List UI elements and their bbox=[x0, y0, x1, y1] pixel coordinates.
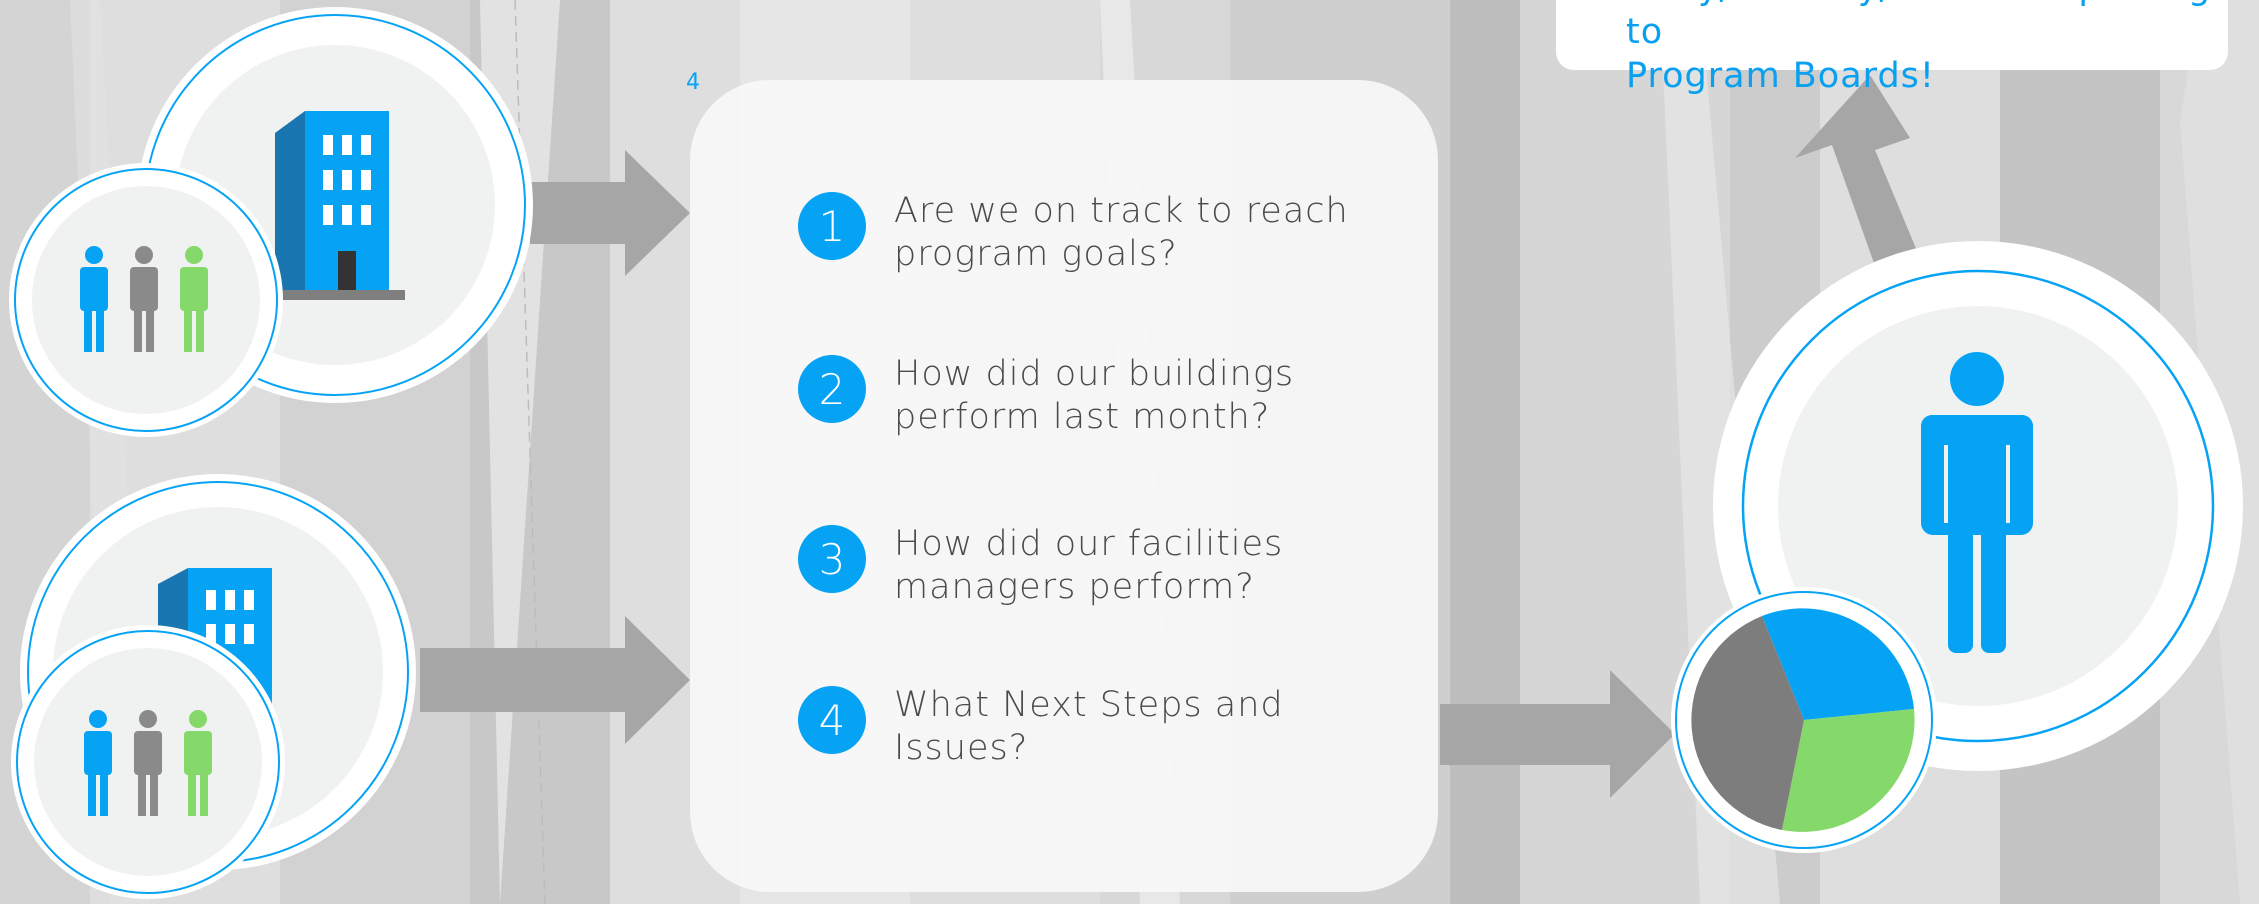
question-number-badge: 1 bbox=[798, 192, 866, 260]
question-line: What Next Steps and bbox=[894, 685, 1284, 725]
callout-text: Daily/Monthly/Annual Reporting to Progra… bbox=[1626, 0, 2226, 98]
question-line: How did our facilities bbox=[894, 524, 1284, 564]
arrow-right-icon bbox=[420, 616, 690, 744]
question-line: Issues? bbox=[894, 728, 1029, 768]
arrow-right-icon bbox=[530, 150, 690, 276]
people-circle-bottom bbox=[10, 624, 286, 900]
callout-line: Daily/Monthly/Annual Reporting to bbox=[1626, 0, 2210, 52]
question-item: 1 Are we on track to reach program goals… bbox=[798, 190, 1354, 276]
question-number-badge: 2 bbox=[798, 355, 866, 423]
question-line: program goals? bbox=[894, 234, 1178, 274]
question-item: 3 How did our facilities managers perfor… bbox=[798, 523, 1354, 609]
question-line: perform last month? bbox=[894, 397, 1271, 437]
pie-chart-icon bbox=[1691, 608, 1915, 832]
question-line: managers perform? bbox=[894, 567, 1255, 607]
question-text: How did our facilities managers perform? bbox=[894, 523, 1354, 609]
arrow-right-icon bbox=[1440, 670, 1675, 798]
question-text: How did our buildings perform last month… bbox=[894, 353, 1354, 439]
question-line: How did our buildings bbox=[894, 354, 1295, 394]
question-text: Are we on track to reach program goals? bbox=[894, 190, 1354, 276]
question-item: 2 How did our buildings perform last mon… bbox=[798, 353, 1354, 439]
question-number-badge: 3 bbox=[798, 525, 866, 593]
callout-line: Program Boards! bbox=[1626, 56, 1935, 96]
people-circle-top bbox=[8, 162, 284, 438]
building-icon bbox=[265, 111, 405, 300]
question-number-badge: 4 bbox=[798, 686, 866, 754]
question-text: What Next Steps and Issues? bbox=[894, 684, 1354, 770]
pie-circle bbox=[1670, 586, 1938, 854]
question-line: Are we on track to reach bbox=[894, 191, 1349, 231]
stray-mark: 4 bbox=[686, 70, 700, 95]
questions-list: 1 Are we on track to reach program goals… bbox=[798, 190, 1418, 812]
question-item: 4 What Next Steps and Issues? bbox=[798, 684, 1354, 770]
reporting-callout: Daily/Monthly/Annual Reporting to Progra… bbox=[1556, 0, 2228, 96]
